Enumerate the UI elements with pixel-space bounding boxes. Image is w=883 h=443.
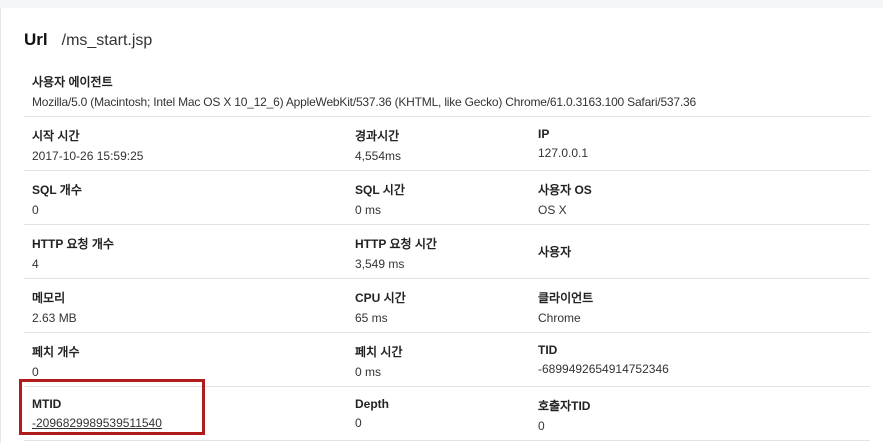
depth-field: Depth 0 (347, 387, 530, 440)
elapsed-time-field: 경과시간 4,554ms (347, 117, 530, 170)
detail-row: 메모리 2.63 MB CPU 시간 65 ms 클라이언트 Chrome (24, 279, 870, 333)
http-request-count-field: HTTP 요청 개수 4 (24, 225, 347, 278)
field-value: Chrome (538, 311, 581, 325)
mtid-field: MTID -2096829989539511540 (24, 387, 347, 440)
start-time-field: 시작 시간 2017-10-26 15:59:25 (24, 117, 347, 170)
field-label: 클라이언트 (538, 291, 594, 305)
fetch-count-field: 페치 개수 0 (24, 333, 347, 386)
url-value: /ms_start.jsp (61, 32, 153, 49)
detail-row: HTTP 요청 개수 4 HTTP 요청 시간 3,549 ms 사용자 (24, 225, 870, 279)
field-label: 사용자 (538, 245, 572, 259)
field-label: CPU 시간 (355, 291, 406, 305)
detail-row: MTID -2096829989539511540 Depth 0 호출자TID… (24, 387, 870, 441)
url-label: Url (24, 30, 48, 49)
cpu-time-field: CPU 시간 65 ms (347, 279, 530, 332)
detail-row: SQL 개수 0 SQL 시간 0 ms 사용자 OS OS X (24, 171, 870, 225)
field-label: HTTP 요청 시간 (355, 237, 437, 251)
field-label: 페치 개수 (32, 345, 80, 359)
fetch-time-field: 페치 시간 0 ms (347, 333, 530, 386)
field-label: TID (538, 343, 558, 357)
detail-row: 시작 시간 2017-10-26 15:59:25 경과시간 4,554ms I… (24, 117, 870, 171)
field-label: 페치 시간 (355, 345, 403, 359)
field-label: SQL 개수 (32, 183, 82, 197)
caller-tid-field: 호출자TID 0 (530, 387, 870, 440)
user-agent-value: Mozilla/5.0 (Macintosh; Intel Mac OS X 1… (32, 95, 696, 109)
user-field: 사용자 (530, 225, 870, 278)
field-value: 3,549 ms (355, 257, 405, 271)
field-value: 2.63 MB (32, 311, 77, 325)
field-value: 4 (32, 257, 39, 271)
field-value: 0 ms (355, 203, 382, 217)
field-label: 시작 시간 (32, 129, 80, 143)
http-request-time-field: HTTP 요청 시간 3,549 ms (347, 225, 530, 278)
field-label: MTID (32, 397, 62, 411)
detail-row: 페치 개수 0 페치 시간 0 ms TID -6899492654914752… (24, 333, 870, 387)
field-value: 127.0.0.1 (538, 146, 589, 160)
client-field: 클라이언트 Chrome (530, 279, 870, 332)
detail-grid: 시작 시간 2017-10-26 15:59:25 경과시간 4,554ms I… (24, 116, 870, 441)
field-value: 0 (32, 203, 39, 217)
field-value: 4,554ms (355, 149, 402, 163)
transaction-detail-panel: Url /ms_start.jsp 사용자 에이전트 Mozilla/5.0 (… (0, 8, 883, 443)
field-value: 0 (538, 419, 545, 433)
sql-time-field: SQL 시간 0 ms (347, 171, 530, 224)
field-value: 2017-10-26 15:59:25 (32, 149, 144, 163)
field-value: OS X (538, 203, 567, 217)
field-value: 0 (32, 365, 39, 379)
ip-field: IP 127.0.0.1 (530, 117, 870, 170)
user-agent-label: 사용자 에이전트 (32, 75, 113, 89)
field-label: 사용자 OS (538, 183, 592, 197)
field-label: SQL 시간 (355, 183, 405, 197)
field-label: IP (538, 127, 550, 141)
field-label: 호출자TID (538, 399, 591, 413)
memory-field: 메모리 2.63 MB (24, 279, 347, 332)
user-os-field: 사용자 OS OS X (530, 171, 870, 224)
mtid-link[interactable]: -2096829989539511540 (32, 416, 347, 430)
field-value: 0 ms (355, 365, 382, 379)
tid-field: TID -6899492654914752346 (530, 333, 870, 386)
field-label: 경과시간 (355, 129, 400, 143)
field-label: 메모리 (32, 291, 66, 305)
sql-count-field: SQL 개수 0 (24, 171, 347, 224)
field-value: 65 ms (355, 311, 388, 325)
field-value: 0 (355, 416, 362, 430)
user-agent-field: 사용자 에이전트 Mozilla/5.0 (Macintosh; Intel M… (32, 73, 870, 109)
field-label: HTTP 요청 개수 (32, 237, 114, 251)
field-value: -6899492654914752346 (538, 362, 669, 376)
url-row: Url /ms_start.jsp (24, 30, 152, 50)
field-label: Depth (355, 397, 389, 411)
